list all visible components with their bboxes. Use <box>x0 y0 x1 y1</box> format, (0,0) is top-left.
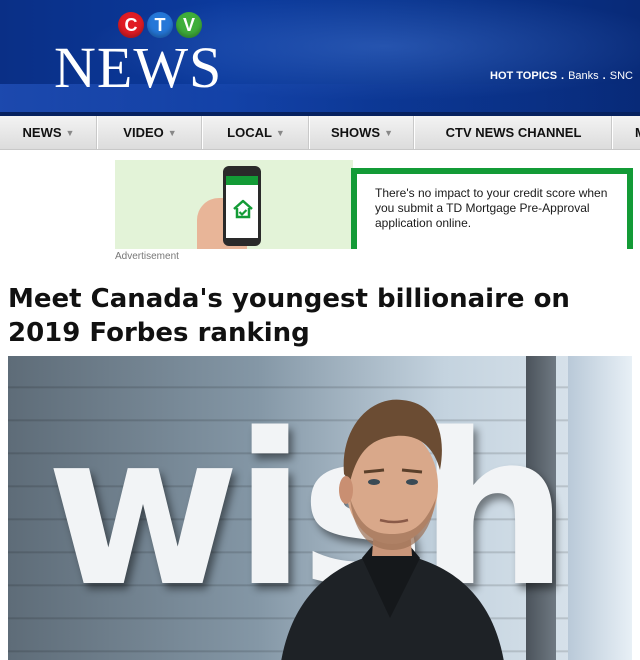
article-headline: Meet Canada's youngest billionaire on 20… <box>8 284 570 348</box>
person-portrait <box>281 399 504 660</box>
logo-news-word: NEWS <box>54 35 223 100</box>
chevron-down-icon: ▼ <box>65 127 75 138</box>
hot-topic-link-banks[interactable]: Banks <box>568 70 599 82</box>
hot-topic-link-snc[interactable]: SNC <box>610 70 633 82</box>
nav-item-more[interactable]: M <box>613 116 640 149</box>
article-photo[interactable]: wish <box>8 356 632 660</box>
nav-item-label: VIDEO <box>123 125 164 140</box>
hot-topics-separator: . <box>561 70 565 82</box>
chevron-down-icon: ▼ <box>384 127 394 138</box>
phone-screen <box>226 176 258 238</box>
main-nav: NEWS ▼ VIDEO ▼ LOCAL ▼ SHOWS ▼ CTV NEWS CHAN… <box>0 116 640 150</box>
ctv-news-logo[interactable]: C T V NEWS <box>54 12 221 104</box>
site-header: C T V NEWS HOT TOPICS. Banks. SNC <box>0 0 640 116</box>
nav-item-shows[interactable]: SHOWS ▼ <box>310 116 415 149</box>
ad-banner[interactable]: There's no impact to your credit score w… <box>115 160 640 249</box>
phone-app-bar <box>226 176 258 185</box>
background-window <box>568 356 632 660</box>
nav-item-ctv-news-channel[interactable]: CTV NEWS CHANNEL <box>415 116 613 149</box>
chevron-down-icon: ▼ <box>167 127 177 138</box>
ad-copy: There's no impact to your credit score w… <box>375 186 608 230</box>
advertisement-label: Advertisement <box>115 251 179 262</box>
chevron-down-icon: ▼ <box>275 127 285 138</box>
nav-item-label: NEWS <box>22 125 62 140</box>
hot-topics-separator: . <box>602 70 606 82</box>
nav-item-video[interactable]: VIDEO ▼ <box>98 116 203 149</box>
nav-item-label: SHOWS <box>330 125 381 140</box>
nav-item-label: CTV NEWS CHANNEL <box>445 125 582 140</box>
hot-topics-label: HOT TOPICS <box>490 70 558 82</box>
house-check-icon <box>233 199 253 219</box>
nav-item-label: M <box>635 125 640 140</box>
nav-item-news[interactable]: NEWS ▼ <box>0 116 98 149</box>
nav-item-local[interactable]: LOCAL ▼ <box>203 116 310 149</box>
nav-item-label: LOCAL <box>227 125 272 140</box>
phone-image <box>223 166 261 246</box>
hot-topics-bar: HOT TOPICS. Banks. SNC <box>490 70 640 82</box>
